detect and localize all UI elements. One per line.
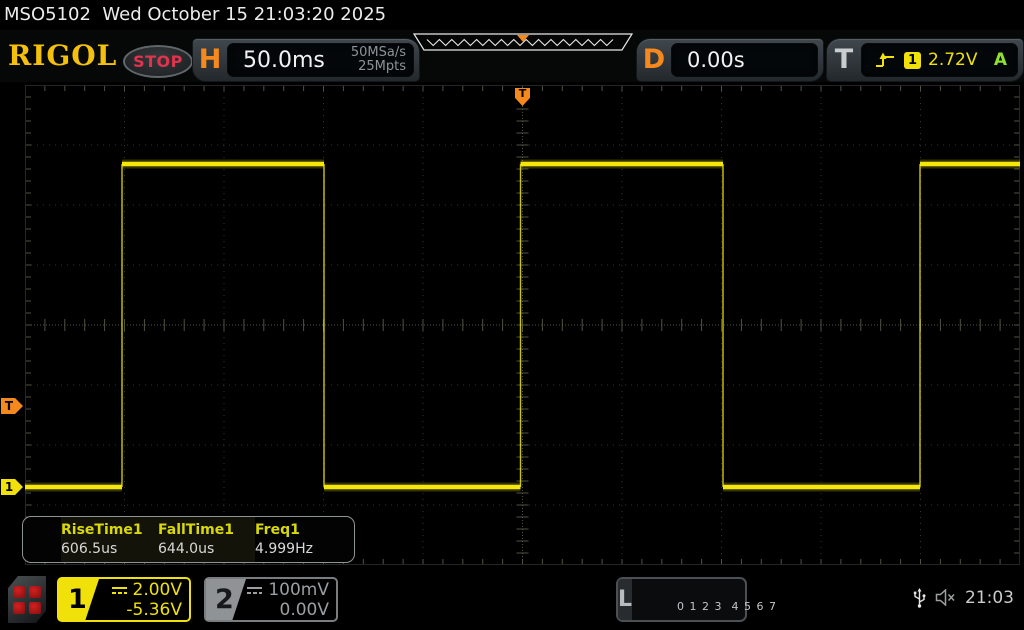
horizontal-panel[interactable]: H 50.0ms 50MSa/s 25Mpts <box>192 38 420 82</box>
menu-grid-icon <box>13 601 25 614</box>
trigger-source-badge: 1 <box>904 51 921 69</box>
measurement-item[interactable]: Freq1 4.999Hz <box>255 517 352 562</box>
horizontal-label: H <box>198 44 222 75</box>
usb-icon <box>913 588 926 608</box>
bottom-bar: 1 2.00V -5.36V 2 100mV 0.00V L 0 1 2 3 4… <box>0 570 1024 630</box>
status-cluster: 21:03 <box>913 587 1014 608</box>
header-bar: RIGOL STOP H 50.0ms 50MSa/s 25Mpts Measu… <box>0 30 1024 111</box>
trigger-panel[interactable]: T 1 2.72V A <box>826 38 1024 82</box>
graticule-grid <box>25 85 1020 565</box>
ch1-ground-marker[interactable]: 1 <box>1 479 23 495</box>
digital-channel-numbers: 0 1 2 3 4 5 6 7 8 9 1011 12131415 <box>632 579 802 620</box>
timebase-box[interactable]: 50.0ms 50MSa/s 25Mpts <box>227 43 414 77</box>
clock-text: 21:03 <box>965 587 1014 608</box>
channel-1-offset: -5.36V <box>126 600 182 620</box>
run-state-label: STOP <box>133 52 183 71</box>
channel-2-scale: 100mV <box>268 580 329 600</box>
channel-1-box[interactable]: 1 2.00V -5.36V <box>57 577 191 622</box>
digital-row-1: 0 1 2 3 4 5 6 7 <box>677 600 777 613</box>
measurement-label: Freq1 <box>255 522 300 538</box>
system-status-text: MSO5102 Wed October 15 21:03:20 2025 <box>4 4 387 25</box>
delay-value: 0.00s <box>687 48 745 72</box>
menu-grid-icon <box>29 585 41 598</box>
acquisition-info: 50MSa/s 25Mpts <box>351 46 406 74</box>
memory-depth: 25Mpts <box>358 59 406 74</box>
menu-grid-icon <box>13 585 25 598</box>
measurement-value: 4.999Hz <box>255 541 313 557</box>
measurement-label: RiseTime1 <box>61 522 143 538</box>
trigger-box[interactable]: 1 2.72V A <box>861 43 1018 77</box>
waveform-display[interactable]: T T 1 RiseTime1 606.5us FallTime1 644.0u… <box>0 82 1024 570</box>
digital-channels-box[interactable]: L 0 1 2 3 4 5 6 7 8 9 1011 12131415 <box>616 577 776 622</box>
trigger-sweep-mode: A <box>993 50 1007 70</box>
run-state-badge: STOP <box>123 45 193 78</box>
logic-label: L <box>618 579 633 620</box>
delay-label: D <box>642 44 666 75</box>
channel-1-readout: 2.00V -5.36V <box>111 580 182 620</box>
delay-box[interactable]: 0.00s <box>671 43 818 77</box>
oscilloscope-screen: MSO5102 Wed October 15 21:03:20 2025 RIG… <box>0 0 1024 630</box>
channel-1-tab[interactable]: 1 <box>59 579 99 620</box>
measurement-label: FallTime1 <box>158 522 234 538</box>
channel-2-offset: 0.00V <box>279 600 329 620</box>
rigol-logo: RIGOL <box>8 39 118 72</box>
trigger-level-value: 2.72V <box>928 50 978 70</box>
channel-1-scale: 2.00V <box>132 580 182 600</box>
trigger-label: T <box>834 44 854 75</box>
dc-coupling-icon <box>111 586 127 594</box>
measurement-value: 606.5us <box>61 541 118 557</box>
function-menu-button[interactable] <box>8 576 46 623</box>
delay-panel[interactable]: D 0.00s <box>636 38 824 82</box>
trigger-level-marker[interactable]: T <box>1 398 23 414</box>
channel-2-tab[interactable]: 2 <box>206 579 246 620</box>
channel-2-readout: 100mV 0.00V <box>246 580 329 620</box>
dc-coupling-icon <box>247 586 263 594</box>
timebase-value: 50.0ms <box>243 47 325 73</box>
measurement-value: 644.0us <box>158 541 215 557</box>
sample-rate: 50MSa/s <box>350 45 406 60</box>
memory-waveform-bar[interactable] <box>413 33 633 52</box>
title-bar: MSO5102 Wed October 15 21:03:20 2025 <box>0 0 1024 30</box>
measurement-results-box[interactable]: RiseTime1 606.5us FallTime1 644.0us Freq… <box>22 516 355 563</box>
menu-grid-icon <box>29 601 41 614</box>
measurement-item[interactable]: FallTime1 644.0us <box>158 517 255 562</box>
speaker-muted-icon <box>935 589 955 606</box>
measurement-item[interactable]: RiseTime1 606.5us <box>61 517 158 562</box>
graticule-and-waveform <box>25 85 1020 565</box>
rising-edge-icon <box>876 52 894 67</box>
channel-2-box[interactable]: 2 100mV 0.00V <box>204 577 338 622</box>
